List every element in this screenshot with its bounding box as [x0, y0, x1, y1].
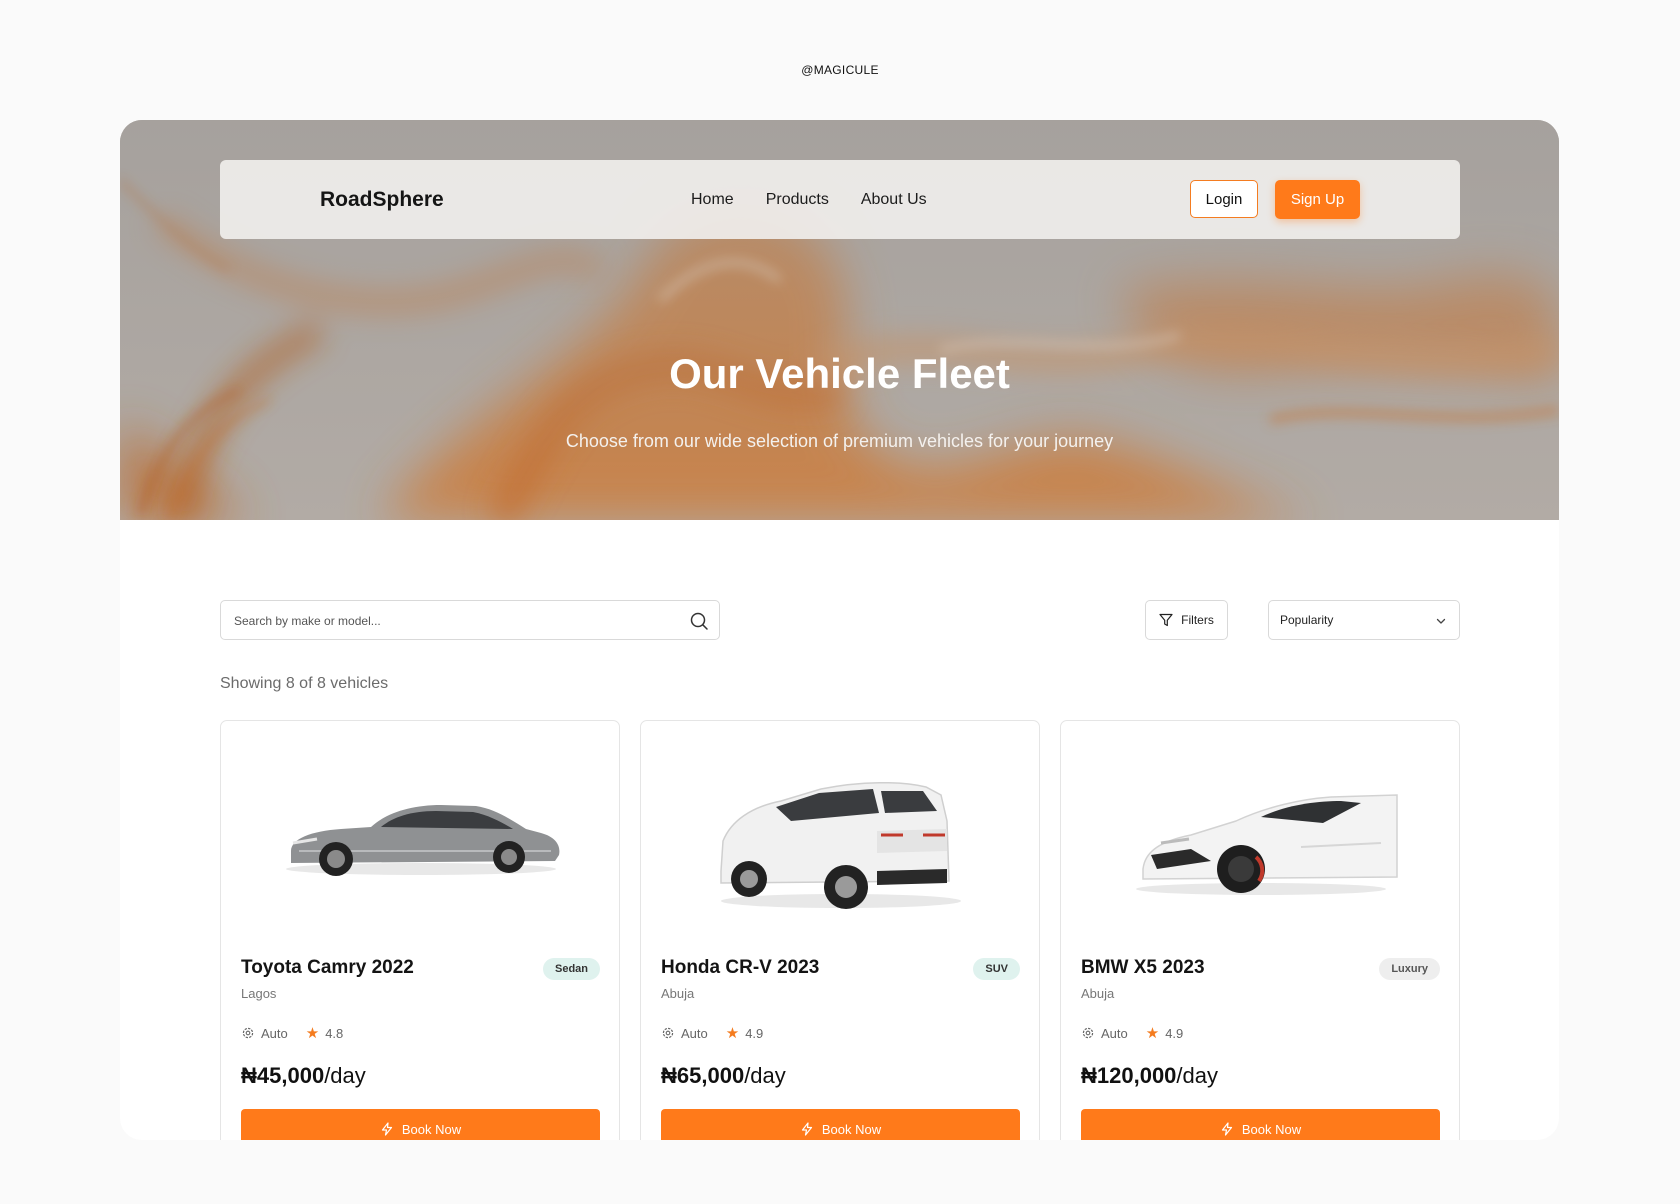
car-image-suv — [720, 781, 961, 909]
transmission-label: Auto — [261, 1025, 288, 1041]
vehicle-location: Abuja — [661, 986, 695, 1001]
page-subtitle: Choose from our wide selection of premiu… — [565, 431, 1114, 451]
watermark: @MAGICULE — [801, 63, 879, 77]
book-now-button[interactable]: Book Now — [661, 1109, 1020, 1140]
gear-icon — [662, 1027, 674, 1039]
price-amount: ₦65,000 — [661, 1063, 745, 1088]
star-icon: ★ — [1145, 1025, 1160, 1042]
chevron-down-icon — [1436, 618, 1446, 624]
sort-select[interactable]: Popularity — [1268, 600, 1460, 640]
book-now-button[interactable]: Book Now — [241, 1109, 600, 1140]
vehicle-card[interactable]: Toyota Camry 2022 Sedan Lagos Auto ★ 4.8… — [220, 720, 620, 1140]
vehicle-meta: Auto ★ 4.9 — [1081, 1024, 1183, 1042]
vehicle-name: BMW X5 2023 — [1081, 957, 1205, 978]
vehicle-name: Toyota Camry 2022 — [241, 957, 414, 978]
nav-link-about-us[interactable]: About Us — [861, 191, 927, 209]
nav-link-home[interactable]: Home — [691, 191, 734, 209]
rating-value: 4.8 — [325, 1025, 344, 1041]
rating-value: 4.9 — [745, 1025, 764, 1041]
car-image-luxury — [1136, 794, 1398, 895]
search-icon[interactable] — [689, 611, 709, 631]
book-now-label: Book Now — [821, 1121, 882, 1137]
hero-section: RoadSphere Home Products About Us Login … — [120, 120, 1559, 520]
sort-value: Popularity — [1280, 613, 1334, 627]
price-amount: ₦120,000 — [1081, 1063, 1177, 1088]
nav-links: Home Products About Us — [691, 191, 927, 209]
transmission-label: Auto — [681, 1025, 708, 1041]
category-badge: Luxury — [1379, 958, 1440, 980]
price-amount: ₦45,000 — [241, 1063, 325, 1088]
brand-logo[interactable]: RoadSphere — [320, 188, 444, 212]
results-count: Showing 8 of 8 vehicles — [220, 675, 389, 692]
star-icon: ★ — [725, 1025, 740, 1042]
price: ₦45,000/day — [241, 1063, 366, 1089]
gear-icon — [1082, 1027, 1094, 1039]
sign-up-button[interactable]: Sign Up — [1275, 180, 1360, 219]
lightning-icon — [381, 1122, 392, 1136]
book-now-label: Book Now — [1241, 1121, 1302, 1137]
page-frame: RoadSphere Home Products About Us Login … — [120, 120, 1559, 1140]
vehicle-location: Lagos — [241, 986, 277, 1001]
vehicle-card[interactable]: BMW X5 2023 Luxury Abuja Auto ★ 4.9 ₦120… — [1060, 720, 1460, 1140]
search-input[interactable] — [232, 601, 676, 641]
search-box — [220, 600, 720, 641]
vehicle-meta: Auto ★ 4.9 — [661, 1024, 763, 1042]
top-navbar: RoadSphere Home Products About Us Login … — [220, 160, 1460, 239]
transmission-label: Auto — [1101, 1025, 1128, 1041]
page-title: Our Vehicle Fleet — [669, 350, 1010, 397]
filters-label: Filters — [1181, 613, 1214, 627]
price-unit: /day — [324, 1063, 366, 1088]
filter-icon — [1159, 613, 1173, 627]
star-icon: ★ — [305, 1025, 320, 1042]
nav-link-products[interactable]: Products — [766, 191, 829, 209]
price: ₦65,000/day — [661, 1063, 786, 1089]
category-badge: SUV — [973, 958, 1020, 980]
price: ₦120,000/day — [1081, 1063, 1218, 1089]
vehicle-meta: Auto ★ 4.8 — [241, 1024, 343, 1042]
price-unit: /day — [744, 1063, 786, 1088]
gear-icon — [242, 1027, 254, 1039]
book-now-button[interactable]: Book Now — [1081, 1109, 1440, 1140]
category-badge: Sedan — [542, 958, 600, 980]
car-image-sedan — [286, 805, 560, 876]
vehicle-name: Honda CR-V 2023 — [661, 957, 820, 978]
vehicle-location: Abuja — [1081, 986, 1115, 1001]
lightning-icon — [801, 1122, 812, 1136]
filters-button[interactable]: Filters — [1145, 600, 1228, 640]
rating-value: 4.9 — [1165, 1025, 1184, 1041]
lightning-icon — [1221, 1122, 1232, 1136]
book-now-label: Book Now — [401, 1121, 462, 1137]
vehicle-card[interactable]: Honda CR-V 2023 SUV Abuja Auto ★ 4.9 ₦65… — [640, 720, 1040, 1140]
price-unit: /day — [1176, 1063, 1219, 1088]
login-button[interactable]: Login — [1190, 180, 1258, 218]
